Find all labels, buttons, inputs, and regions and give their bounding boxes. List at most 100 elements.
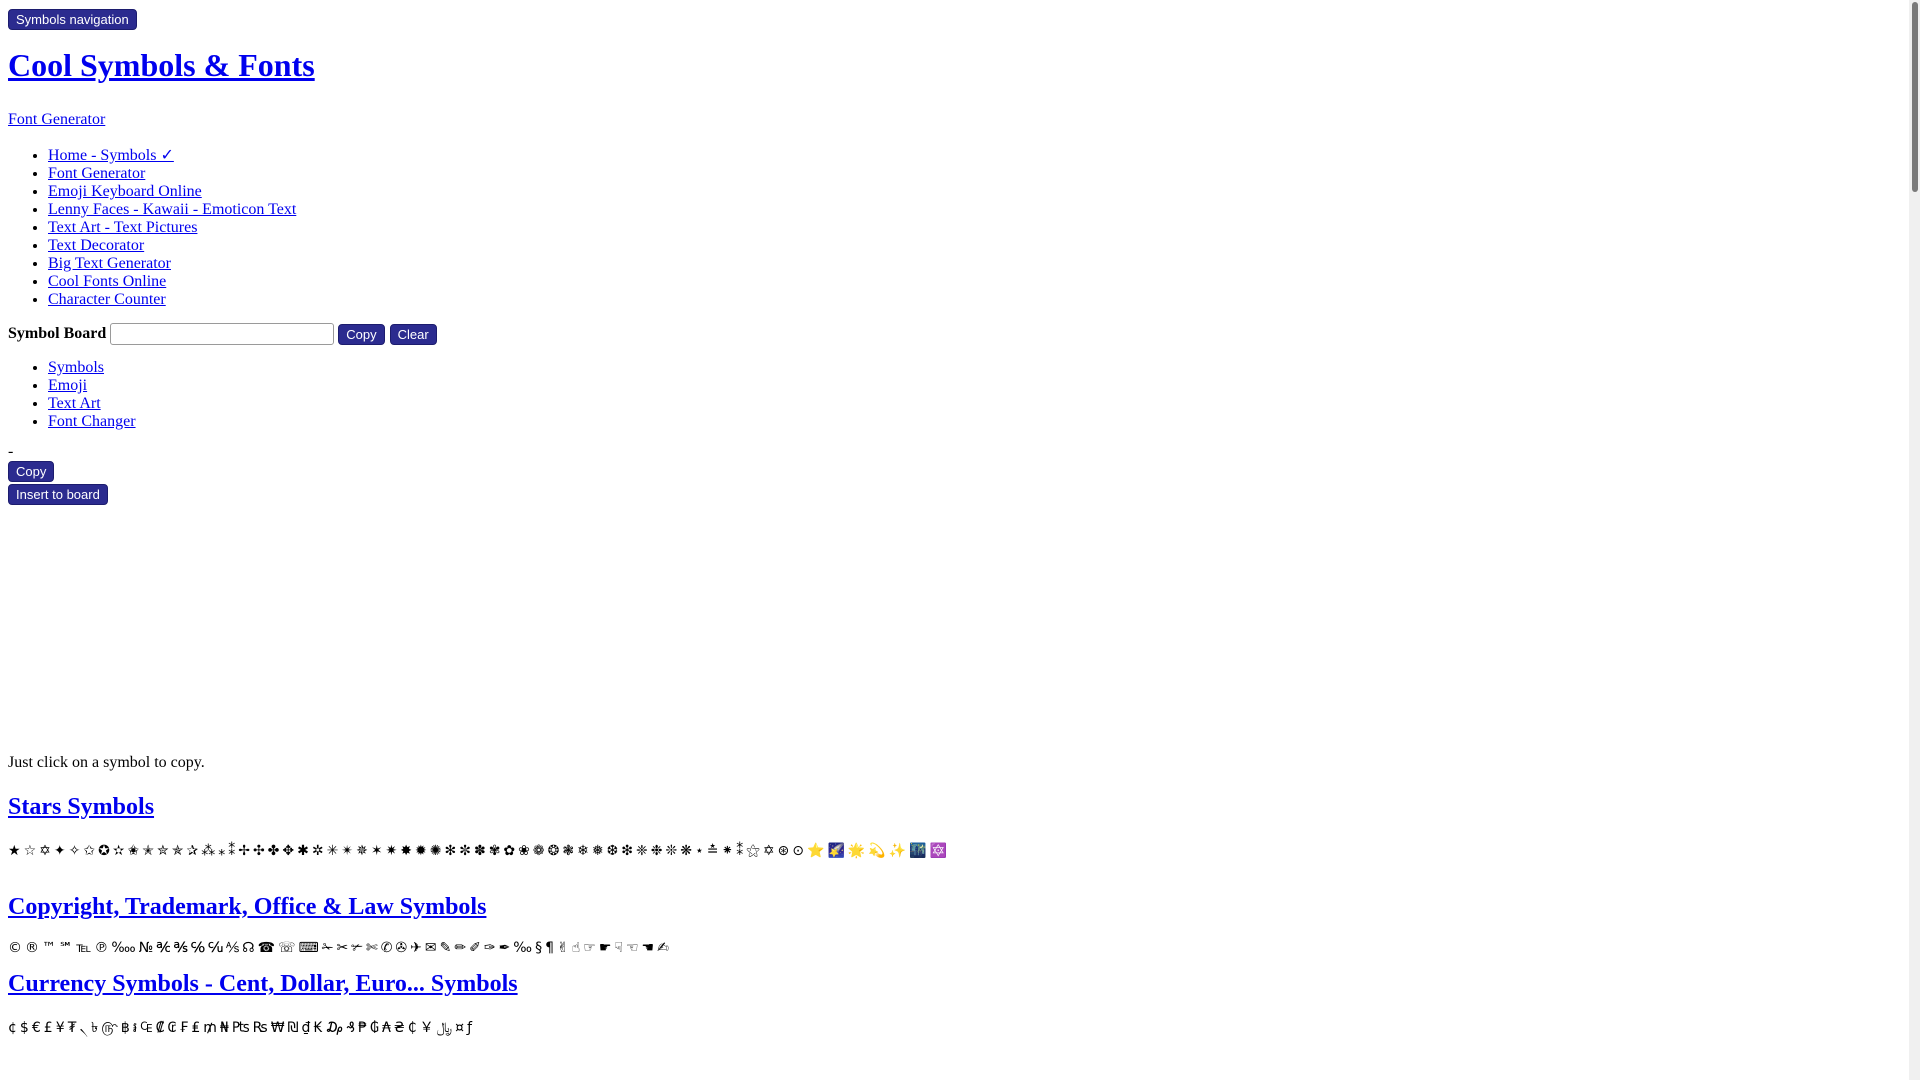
nav-link-font-generator[interactable]: Font Generator: [48, 165, 145, 182]
symbol-item[interactable]: ₯: [325, 1020, 346, 1036]
symbol-item[interactable]: ≛: [707, 843, 722, 859]
symbol-item[interactable]: ﷼: [437, 1020, 456, 1036]
font-generator-link[interactable]: Font Generator: [8, 111, 1898, 129]
symbol-item[interactable]: ℀: [156, 940, 173, 956]
symbol-item[interactable]: ❈: [636, 843, 651, 859]
symbol-item[interactable]: ✎: [440, 940, 455, 956]
symbol-item[interactable]: ₧: [232, 1020, 253, 1036]
symbol-item[interactable]: ₭: [313, 1020, 325, 1036]
symbol-item[interactable]: ✣: [253, 843, 268, 859]
symbol-item[interactable]: §: [535, 940, 545, 956]
symbol-item[interactable]: ✑: [484, 940, 499, 956]
nav-link-big-text[interactable]: Big Text Generator: [48, 255, 171, 272]
symbol-item[interactable]: ™: [42, 940, 59, 956]
symbol-item[interactable]: ✢: [238, 843, 253, 859]
symbol-item[interactable]: 💫: [868, 843, 888, 859]
tab-font-changer[interactable]: Font Changer: [48, 413, 136, 430]
symbol-item[interactable]: ✲: [312, 843, 327, 859]
symbol-item[interactable]: ❊: [666, 843, 681, 859]
symbol-item[interactable]: ☜: [626, 940, 642, 956]
symbol-item[interactable]: ★: [8, 843, 24, 859]
nav-link-text-art[interactable]: Text Art - Text Pictures: [48, 219, 197, 236]
symbol-item[interactable]: ₢: [167, 1020, 179, 1036]
symbol-item[interactable]: ℡: [76, 940, 94, 956]
symbol-item[interactable]: ✼: [459, 843, 474, 859]
symbol-item[interactable]: ✈: [410, 940, 425, 956]
symbol-item[interactable]: ☞: [583, 940, 599, 956]
nav-link-emoji-keyboard[interactable]: Emoji Keyboard Online: [48, 183, 202, 200]
symbol-item[interactable]: ✍: [657, 940, 672, 956]
symbol-item[interactable]: ₲: [370, 1020, 382, 1036]
symbol-item[interactable]: ✸: [400, 843, 415, 859]
symbol-item[interactable]: £: [44, 1020, 56, 1036]
tab-text-art[interactable]: Text Art: [48, 395, 101, 412]
symbol-item[interactable]: ✉: [425, 940, 440, 956]
symbol-item[interactable]: ✨: [889, 843, 909, 859]
symbol-item[interactable]: $: [20, 1020, 32, 1036]
symbol-item[interactable]: ❃: [562, 843, 577, 859]
symbol-item[interactable]: ❀: [518, 843, 533, 859]
nav-link-home[interactable]: Home - Symbols ✓: [48, 147, 174, 164]
symbol-item[interactable]: ☎: [258, 940, 278, 956]
symbol-item[interactable]: ✐: [469, 940, 484, 956]
symbol-item[interactable]: ☊: [242, 940, 257, 956]
symbol-item[interactable]: ℗: [94, 940, 111, 956]
symbol-item[interactable]: ✱: [297, 843, 312, 859]
symbol-item[interactable]: ⁎: [218, 843, 228, 859]
symbol-item[interactable]: ✤: [268, 843, 283, 859]
symbol-item[interactable]: ✰: [186, 843, 201, 859]
symbol-item[interactable]: ✧: [69, 843, 84, 859]
symbol-item[interactable]: ✴: [341, 843, 356, 859]
copy-selected-button[interactable]: Copy: [8, 461, 55, 482]
symbol-item[interactable]: ✡: [39, 843, 54, 859]
symbol-item[interactable]: ⅍: [226, 939, 242, 956]
symbol-item[interactable]: ₰: [346, 1020, 358, 1036]
symbol-item[interactable]: ₡: [156, 1020, 168, 1036]
insert-to-board-button[interactable]: Insert to board: [8, 484, 108, 505]
symbol-item[interactable]: ✾: [489, 843, 504, 859]
symbol-item[interactable]: ₠: [140, 1020, 155, 1036]
scrollbar[interactable]: [1909, 0, 1920, 1080]
symbol-item[interactable]: ✺: [430, 843, 445, 859]
symbol-item[interactable]: ₵: [408, 1020, 420, 1036]
section-link-copyright[interactable]: Copyright, Trademark, Office & Law Symbo…: [8, 894, 486, 920]
symbol-item[interactable]: ☝: [572, 940, 584, 956]
symbol-item[interactable]: ✁: [322, 940, 337, 956]
symbol-item[interactable]: ¤: [455, 1020, 467, 1036]
symbol-item[interactable]: ⊛: [778, 843, 793, 859]
nav-link-text-decorator[interactable]: Text Decorator: [48, 237, 144, 254]
symbol-item[interactable]: ‱: [111, 940, 138, 956]
symbol-item[interactable]: ⁑: [228, 843, 238, 859]
symbol-item[interactable]: ⁕: [721, 843, 736, 859]
symbol-item[interactable]: ₩: [271, 1020, 288, 1036]
board-clear-button[interactable]: Clear: [389, 323, 437, 345]
symbol-item[interactable]: ₪: [288, 1020, 302, 1036]
symbol-item[interactable]: ¶: [545, 940, 557, 956]
symbol-item[interactable]: ₳: [382, 1020, 394, 1036]
symbol-item[interactable]: ⚝: [746, 843, 763, 859]
symbol-item[interactable]: ₴: [394, 1020, 408, 1036]
symbol-item[interactable]: 🌟: [848, 843, 868, 859]
symbol-item[interactable]: ⌨: [299, 940, 322, 956]
tab-symbols[interactable]: Symbols: [48, 359, 104, 376]
symbol-item[interactable]: ✩: [83, 843, 98, 859]
symbol-item[interactable]: ®: [25, 940, 42, 956]
scrollbar-thumb[interactable]: [1912, 2, 1918, 192]
symbol-item[interactable]: ☚: [642, 940, 658, 956]
symbol-item[interactable]: ❉: [651, 843, 666, 859]
symbol-item[interactable]: ฿: [121, 1020, 133, 1036]
symbol-item[interactable]: ₫: [302, 1020, 314, 1036]
symbol-item[interactable]: ⊙: [792, 843, 807, 859]
symbol-item[interactable]: 🔯: [930, 843, 950, 859]
nav-link-character-counter[interactable]: Character Counter: [48, 291, 166, 308]
symbol-item[interactable]: ₥: [203, 1020, 220, 1036]
symbol-item[interactable]: ✒: [499, 940, 514, 956]
symbol-item[interactable]: ℆: [208, 940, 226, 956]
symbol-item[interactable]: ✦: [54, 843, 69, 859]
symbol-item[interactable]: €: [32, 1020, 44, 1036]
symbol-item[interactable]: ⭐: [807, 843, 827, 859]
symbol-item[interactable]: ✶: [371, 843, 386, 859]
symbol-item[interactable]: ✄: [366, 940, 381, 956]
symbol-item[interactable]: ✵: [356, 843, 371, 859]
tab-emoji[interactable]: Emoji: [48, 377, 87, 394]
